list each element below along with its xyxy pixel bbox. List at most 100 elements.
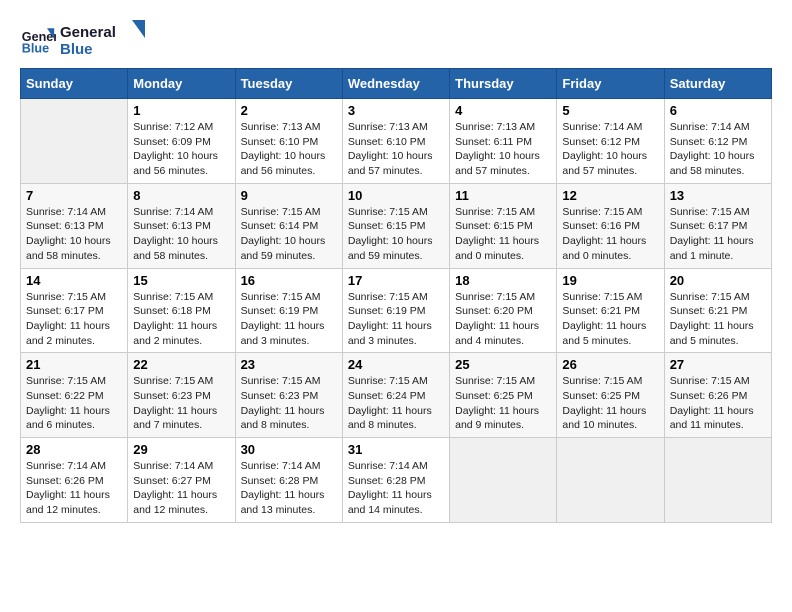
calendar-cell: 9Sunrise: 7:15 AMSunset: 6:14 PMDaylight…: [235, 183, 342, 268]
day-number: 14: [26, 273, 122, 288]
day-number: 31: [348, 442, 444, 457]
calendar-cell: 14 Sunrise: 7:15 AMSunset: 6:17 PMDayligh…: [21, 268, 128, 353]
calendar-cell: 5Sunrise: 7:14 AMSunset: 6:12 PMDaylight…: [557, 99, 664, 184]
day-number: 16: [241, 273, 337, 288]
day-number: 7: [26, 188, 122, 203]
calendar-cell: [664, 438, 771, 523]
calendar-cell: 24 Sunrise: 7:15 AMSunset: 6:24 PMDayligh…: [342, 353, 449, 438]
calendar-cell: 26 Sunrise: 7:15 AMSunset: 6:25 PMDayligh…: [557, 353, 664, 438]
weekday-header-row: SundayMondayTuesdayWednesdayThursdayFrid…: [21, 69, 772, 99]
day-number: 6: [670, 103, 766, 118]
day-info: Sunrise: 7:15 AMSunset: 6:24 PMDaylight:…: [348, 374, 444, 433]
day-info: Sunrise: 7:15 AMSunset: 6:19 PMDaylight:…: [241, 290, 337, 349]
logo-icon: General Blue: [20, 21, 56, 57]
calendar-week-row: 7 Sunrise: 7:14 AMSunset: 6:13 PMDaylight…: [21, 183, 772, 268]
weekday-header-wednesday: Wednesday: [342, 69, 449, 99]
calendar-cell: 4 Sunrise: 7:13 AMSunset: 6:11 PMDaylight…: [450, 99, 557, 184]
day-info: Sunrise: 7:15 AMSunset: 6:21 PMDaylight:…: [562, 290, 658, 349]
day-info: Sunrise: 7:14 AMSunset: 6:13 PMDaylight:…: [133, 205, 229, 264]
svg-text:Blue: Blue: [60, 41, 93, 58]
day-number: 27: [670, 357, 766, 372]
day-info: Sunrise: 7:14 AMSunset: 6:28 PMDaylight:…: [348, 459, 444, 518]
day-number: 5: [562, 103, 658, 118]
day-info: Sunrise: 7:14 AMSunset: 6:12 PMDaylight:…: [670, 120, 766, 179]
calendar-week-row: 28Sunrise: 7:14 AMSunset: 6:26 PMDayligh…: [21, 438, 772, 523]
calendar-cell: 19 Sunrise: 7:15 AMSunset: 6:21 PMDayligh…: [557, 268, 664, 353]
day-number: 17: [348, 273, 444, 288]
calendar-cell: 7Sunrise: 7:14 AMSunset: 6:13 PMDaylight…: [21, 183, 128, 268]
day-info: Sunrise: 7:15 AMSunset: 6:17 PMDaylight:…: [26, 290, 122, 349]
day-number: 13: [670, 188, 766, 203]
calendar-cell: [21, 99, 128, 184]
calendar-cell: [557, 438, 664, 523]
day-number: 20: [670, 273, 766, 288]
logo: General Blue General Blue: [20, 20, 150, 58]
day-info: Sunrise: 7:13 AMSunset: 6:11 PMDaylight:…: [455, 120, 551, 179]
day-number: 24: [348, 357, 444, 372]
day-info: Sunrise: 7:15 AMSunset: 6:23 PMDaylight:…: [241, 374, 337, 433]
day-number: 10: [348, 188, 444, 203]
calendar-cell: 3 Sunrise: 7:13 AMSunset: 6:10 PMDaylight…: [342, 99, 449, 184]
calendar-cell: 30 Sunrise: 7:14 AMSunset: 6:28 PMDayligh…: [235, 438, 342, 523]
calendar-week-row: 21 Sunrise: 7:15 AMSunset: 6:22 PMDayligh…: [21, 353, 772, 438]
calendar-cell: 17 Sunrise: 7:15 AMSunset: 6:19 PMDayligh…: [342, 268, 449, 353]
day-info: Sunrise: 7:15 AMSunset: 6:21 PMDaylight:…: [670, 290, 766, 349]
calendar-body: 1 Sunrise: 7:12 AMSunset: 6:09 PMDaylight…: [21, 99, 772, 523]
day-number: 2: [241, 103, 337, 118]
calendar-cell: 11 Sunrise: 7:15 AMSunset: 6:15 PMDayligh…: [450, 183, 557, 268]
day-info: Sunrise: 7:15 AMSunset: 6:20 PMDaylight:…: [455, 290, 551, 349]
day-number: 9: [241, 188, 337, 203]
weekday-header-saturday: Saturday: [664, 69, 771, 99]
day-number: 30: [241, 442, 337, 457]
day-number: 18: [455, 273, 551, 288]
calendar-cell: 6 Sunrise: 7:14 AMSunset: 6:12 PMDaylight…: [664, 99, 771, 184]
page-header: General Blue General Blue: [20, 20, 772, 58]
day-number: 28: [26, 442, 122, 457]
calendar-cell: 25Sunrise: 7:15 AMSunset: 6:25 PMDayligh…: [450, 353, 557, 438]
calendar-cell: 10 Sunrise: 7:15 AMSunset: 6:15 PMDayligh…: [342, 183, 449, 268]
svg-text:General: General: [60, 24, 116, 41]
day-number: 1: [133, 103, 229, 118]
calendar-table: SundayMondayTuesdayWednesdayThursdayFrid…: [20, 68, 772, 523]
calendar-cell: 1 Sunrise: 7:12 AMSunset: 6:09 PMDaylight…: [128, 99, 235, 184]
day-info: Sunrise: 7:15 AMSunset: 6:15 PMDaylight:…: [348, 205, 444, 264]
calendar-cell: 16 Sunrise: 7:15 AMSunset: 6:19 PMDayligh…: [235, 268, 342, 353]
calendar-week-row: 14 Sunrise: 7:15 AMSunset: 6:17 PMDayligh…: [21, 268, 772, 353]
day-number: 26: [562, 357, 658, 372]
day-number: 3: [348, 103, 444, 118]
day-info: Sunrise: 7:12 AMSunset: 6:09 PMDaylight:…: [133, 120, 229, 179]
day-number: 23: [241, 357, 337, 372]
day-info: Sunrise: 7:15 AMSunset: 6:19 PMDaylight:…: [348, 290, 444, 349]
weekday-header-thursday: Thursday: [450, 69, 557, 99]
weekday-header-friday: Friday: [557, 69, 664, 99]
day-number: 4: [455, 103, 551, 118]
day-number: 11: [455, 188, 551, 203]
day-info: Sunrise: 7:13 AMSunset: 6:10 PMDaylight:…: [348, 120, 444, 179]
calendar-cell: 28Sunrise: 7:14 AMSunset: 6:26 PMDayligh…: [21, 438, 128, 523]
day-info: Sunrise: 7:15 AMSunset: 6:25 PMDaylight:…: [562, 374, 658, 433]
svg-text:Blue: Blue: [22, 42, 49, 56]
calendar-cell: 29Sunrise: 7:14 AMSunset: 6:27 PMDayligh…: [128, 438, 235, 523]
day-info: Sunrise: 7:13 AMSunset: 6:10 PMDaylight:…: [241, 120, 337, 179]
day-info: Sunrise: 7:14 AMSunset: 6:27 PMDaylight:…: [133, 459, 229, 518]
day-number: 15: [133, 273, 229, 288]
day-number: 22: [133, 357, 229, 372]
day-info: Sunrise: 7:15 AMSunset: 6:23 PMDaylight:…: [133, 374, 229, 433]
day-info: Sunrise: 7:14 AMSunset: 6:28 PMDaylight:…: [241, 459, 337, 518]
day-info: Sunrise: 7:15 AMSunset: 6:22 PMDaylight:…: [26, 374, 122, 433]
day-number: 21: [26, 357, 122, 372]
day-number: 19: [562, 273, 658, 288]
day-info: Sunrise: 7:15 AMSunset: 6:15 PMDaylight:…: [455, 205, 551, 264]
calendar-cell: 12Sunrise: 7:15 AMSunset: 6:16 PMDayligh…: [557, 183, 664, 268]
calendar-header: SundayMondayTuesdayWednesdayThursdayFrid…: [21, 69, 772, 99]
day-info: Sunrise: 7:15 AMSunset: 6:17 PMDaylight:…: [670, 205, 766, 264]
day-info: Sunrise: 7:15 AMSunset: 6:26 PMDaylight:…: [670, 374, 766, 433]
calendar-cell: 20 Sunrise: 7:15 AMSunset: 6:21 PMDayligh…: [664, 268, 771, 353]
weekday-header-tuesday: Tuesday: [235, 69, 342, 99]
calendar-cell: 15Sunrise: 7:15 AMSunset: 6:18 PMDayligh…: [128, 268, 235, 353]
calendar-cell: 8Sunrise: 7:14 AMSunset: 6:13 PMDaylight…: [128, 183, 235, 268]
calendar-week-row: 1 Sunrise: 7:12 AMSunset: 6:09 PMDaylight…: [21, 99, 772, 184]
weekday-header-monday: Monday: [128, 69, 235, 99]
day-info: Sunrise: 7:15 AMSunset: 6:25 PMDaylight:…: [455, 374, 551, 433]
calendar-cell: 21 Sunrise: 7:15 AMSunset: 6:22 PMDayligh…: [21, 353, 128, 438]
